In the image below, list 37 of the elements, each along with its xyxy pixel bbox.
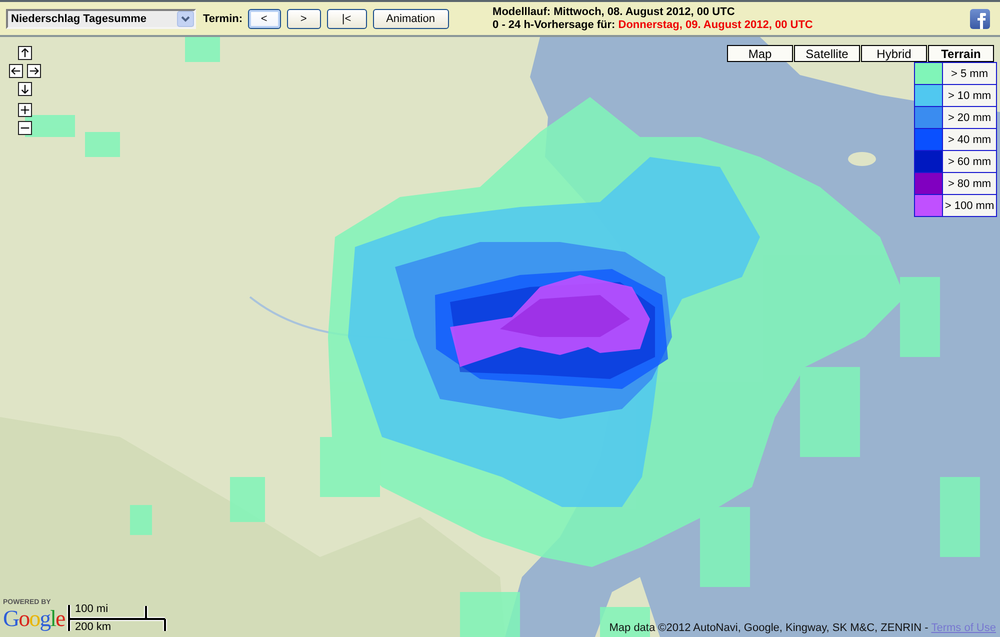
pan-up-button[interactable] [18, 46, 32, 60]
map-type-button[interactable]: Satellite [794, 45, 860, 62]
logo-text[interactable]: Google [3, 607, 65, 631]
zoom-in-button[interactable] [18, 103, 32, 117]
pan-right-button[interactable] [27, 64, 41, 78]
pan-left-button[interactable] [9, 64, 23, 78]
map-type-button[interactable]: Map [727, 45, 793, 62]
legend-label: > 5 mm [950, 66, 989, 82]
pan-down-button[interactable] [18, 82, 32, 96]
termin-label: Termin: [203, 12, 243, 24]
legend-label: > 10 mm [946, 88, 992, 104]
f-tile-icon[interactable] [970, 8, 990, 28]
legend-label: > 100 mm [944, 198, 996, 214]
scale-miles-label: 100 mi [75, 603, 108, 615]
arrow-right-icon [28, 65, 40, 77]
first-button[interactable]: |< [326, 8, 367, 28]
arrow-down-icon [19, 83, 31, 95]
chevron-down-icon [177, 10, 194, 26]
map-type-button[interactable]: Terrain [928, 45, 994, 62]
forecast-label: 0 - 24 h-Vorhersage für: [492, 18, 616, 30]
legend-label: > 60 mm [946, 154, 992, 170]
model-run-text: Modelllauf: Mittwoch, 08. August 2012, 00 UTC [492, 6, 736, 18]
legend-label: > 80 mm [946, 176, 992, 192]
plus-icon [19, 104, 31, 116]
legend-label: > 20 mm [946, 110, 992, 126]
previous-button[interactable]: < [248, 8, 281, 28]
zoom-out-button[interactable] [18, 121, 32, 135]
arrow-left-icon [10, 65, 22, 77]
arrow-up-icon [19, 47, 31, 59]
map-attribution-text: Map data ©2012 AutoNavi, Google, Kingway, SK M&C, ZENRIN - [609, 622, 928, 634]
legend-label: > 40 mm [946, 132, 992, 148]
map-type-button[interactable]: Hybrid [861, 45, 927, 62]
product-dropdown[interactable]: Niederschlag Tagesumme [6, 8, 196, 28]
forecast-date: Donnerstag, 09. August 2012, 00 UTC [618, 18, 813, 30]
scale-km-label: 200 km [75, 621, 112, 633]
animation-button[interactable]: Animation [372, 8, 449, 28]
next-button[interactable]: > [286, 8, 321, 28]
